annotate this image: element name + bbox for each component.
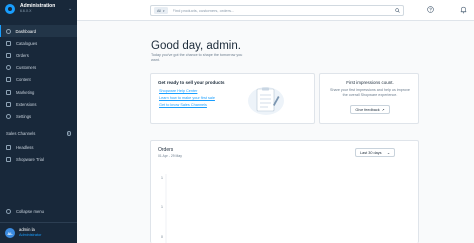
sidebar-item-label: Settings [16, 113, 32, 119]
give-feedback-label: Give feedback [355, 107, 380, 112]
sidebar-item-label: Customers [16, 65, 37, 71]
sidebar-item-dashboard[interactable]: Dashboard [0, 25, 77, 38]
global-search: All ▾ [150, 5, 404, 16]
chevron-down-icon: ▾ [163, 8, 165, 13]
user-menu[interactable]: AL admin la Administrator [0, 222, 77, 243]
orders-chart: 1 1 0 [161, 174, 167, 243]
collapse-menu-label: Collapse menu [16, 209, 44, 214]
sidebar-item-label: Orders [16, 52, 29, 58]
search-input[interactable] [172, 8, 373, 13]
main-nav: Dashboard Catalogues Orders Customers Co… [0, 25, 77, 123]
add-sales-channel-icon[interactable]: + [66, 131, 71, 136]
y-tick-label: 0 [161, 235, 163, 239]
app-version: 6.6.X.X [20, 9, 32, 14]
give-feedback-button[interactable]: Give feedback ↗ [350, 105, 390, 114]
sidebar-item-label: Marketing [16, 89, 35, 95]
sidebar-item-customers[interactable]: Customers [0, 62, 77, 74]
catalogues-icon [6, 40, 11, 46]
y-tick-label: 1 [161, 176, 163, 180]
settings-icon [6, 113, 11, 119]
orders-date-range: 01 Apr - 29 May [158, 154, 182, 158]
sidebar-item-settings[interactable]: Settings [0, 110, 77, 122]
collapse-menu-button[interactable]: Collapse menu [6, 209, 44, 214]
collapse-icon [6, 209, 11, 214]
sidebar: Administration 6.6.X.X ⌄ Dashboard Catal… [0, 0, 77, 243]
marketing-icon [6, 89, 11, 95]
sales-channels-link[interactable]: Get to know Sales Channels [159, 103, 207, 107]
feedback-title: First impressions count. [346, 80, 394, 85]
sidebar-item-label: Content [16, 77, 31, 83]
help-icon[interactable] [427, 6, 434, 13]
orders-title: Orders [158, 147, 174, 153]
sales-channel-label: Shopware Trial [16, 157, 44, 163]
extensions-icon [6, 101, 11, 107]
user-role: Administrator [19, 233, 42, 238]
period-select[interactable]: Last 30 days ⌄ [355, 148, 395, 157]
first-sale-link[interactable]: Learn how to make your first sale [159, 96, 215, 100]
sales-channels-list: Headless Shopware Trial [0, 141, 77, 166]
content-icon [6, 77, 11, 83]
chevron-down-icon[interactable]: ⌄ [68, 6, 72, 12]
page-title: Good day, admin. [151, 40, 241, 52]
feedback-card: First impressions count. Share your firs… [319, 73, 419, 124]
search-icon[interactable] [395, 8, 400, 13]
help-center-link[interactable]: Shopware Help Center [159, 89, 197, 93]
storefront-icon [6, 157, 11, 163]
brand[interactable]: Administration 6.6.X.X [5, 4, 55, 14]
bell-icon[interactable] [460, 6, 467, 14]
shopware-logo-icon [5, 4, 15, 14]
getting-started-card: Get ready to sell your products Shopware… [150, 73, 315, 124]
y-tick-label: 1 [161, 205, 163, 209]
sales-channels-header: Sales Channels + [6, 131, 71, 136]
sidebar-item-label: Dashboard [15, 28, 37, 34]
sidebar-item-label: Catalogues [16, 40, 38, 46]
greeting-subtitle: Today you've got the chance to shape the… [151, 53, 243, 62]
dashboard-icon [5, 28, 11, 34]
headless-icon [6, 144, 11, 150]
sales-channel-headless[interactable]: Headless [0, 141, 77, 154]
search-type-select[interactable]: All ▾ [154, 7, 168, 14]
checklist-illustration-icon [248, 87, 284, 115]
orders-card: Orders 01 Apr - 29 May Last 30 days ⌄ 1 … [150, 140, 419, 243]
sidebar-item-content[interactable]: Content [0, 74, 77, 86]
top-bar: All ▾ [77, 0, 474, 21]
search-type-label: All [157, 8, 161, 13]
sales-channel-label: Headless [16, 144, 34, 150]
feedback-description: Share your first impressions and help us… [330, 88, 410, 97]
orders-icon [6, 52, 11, 58]
period-select-value: Last 30 days [360, 150, 382, 155]
sidebar-item-label: Extensions [16, 101, 37, 107]
sales-channel-shopware-trial[interactable]: Shopware Trial [0, 154, 77, 167]
sidebar-item-orders[interactable]: Orders [0, 49, 77, 61]
external-link-icon: ↗ [381, 107, 385, 112]
sales-channels-title: Sales Channels [6, 131, 36, 136]
chevron-down-icon: ⌄ [386, 151, 390, 155]
sidebar-item-catalogues[interactable]: Catalogues [0, 37, 77, 49]
getting-started-title: Get ready to sell your products [158, 80, 225, 85]
sidebar-item-extensions[interactable]: Extensions [0, 98, 77, 110]
avatar: AL [5, 228, 15, 238]
customers-icon [6, 65, 11, 71]
sidebar-item-marketing[interactable]: Marketing [0, 86, 77, 98]
